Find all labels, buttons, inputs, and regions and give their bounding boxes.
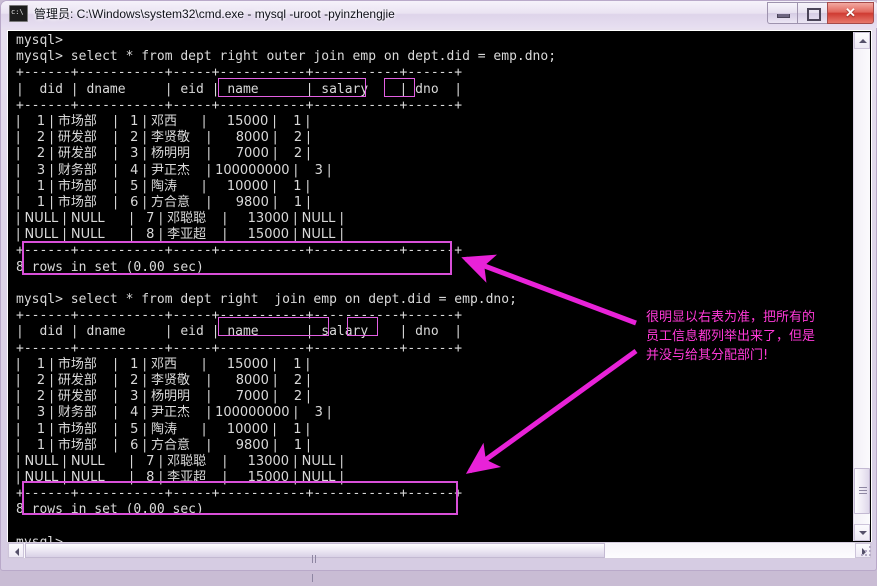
terminal-line: 8 rows in set (0.00 sec) xyxy=(16,259,204,275)
console-output-area[interactable]: mysql> mysql> select * from dept right ou… xyxy=(8,31,856,542)
terminal-line: +------+-----------+-----+-----------+--… xyxy=(16,65,463,81)
terminal-line: mysql> select * from dept right outer jo… xyxy=(16,49,557,65)
terminal-line: | 1 | 市场部 | 1 | 邓西 | 15000 | 1 | xyxy=(16,113,311,129)
terminal-line: | did | dname | eid | name | salary | dn… xyxy=(16,81,463,97)
scroll-left-button[interactable] xyxy=(8,543,24,558)
horizontal-scrollbar-thumb[interactable] xyxy=(25,543,605,582)
terminal-line: | NULL | NULL | 7 | 邓聪聪 | 13000 | NULL | xyxy=(16,211,344,227)
terminal-line: | 3 | 财务部 | 4 | 尹正杰 | 100000000 | 3 | xyxy=(16,405,332,421)
terminal-line: | 3 | 财务部 | 4 | 尹正杰 | 100000000 | 3 | xyxy=(16,162,332,178)
terminal-line: | 2 | 研发部 | 3 | 杨明明 | 7000 | 2 | xyxy=(16,146,311,162)
terminal-line: | 2 | 研发部 | 2 | 李贤敬 | 8000 | 2 | xyxy=(16,372,311,388)
terminal-line: +------+-----------+-----+-----------+--… xyxy=(16,97,463,113)
window-controls: ✕ xyxy=(767,2,874,24)
scrollbar-grip-icon xyxy=(859,487,867,495)
terminal-line: | 1 | 市场部 | 6 | 方合意 | 9800 | 1 | xyxy=(16,437,311,453)
terminal-line: | NULL | NULL | 7 | 邓聪聪 | 13000 | NULL | xyxy=(16,453,344,469)
chevron-down-icon xyxy=(859,531,867,535)
cmd-icon xyxy=(9,5,28,22)
terminal-line: 8 rows in set (0.00 sec) xyxy=(16,502,204,518)
annotation-note: 很明显以右表为准，把所有的 员工信息都列举出来了，但是 并没与给其分配部门! xyxy=(646,310,816,363)
minimize-icon xyxy=(777,14,790,18)
terminal-line: mysql> select * from dept right join emp… xyxy=(16,292,517,307)
terminal-line: | 1 | 市场部 | 6 | 方合意 | 9800 | 1 | xyxy=(16,194,311,210)
terminal-line: +------+-----------+-----+-----------+--… xyxy=(16,486,463,502)
title-bar-left: 管理员: C:\Windows\system32\cmd.exe - mysql… xyxy=(9,5,395,22)
terminal-line: mysql> xyxy=(16,535,856,542)
cmd-window: 管理员: C:\Windows\system32\cmd.exe - mysql… xyxy=(0,0,877,582)
close-icon: ✕ xyxy=(845,5,856,20)
terminal-line: | 1 | 市场部 | 5 | 陶涛 | 10000 | 1 | xyxy=(16,421,311,437)
terminal-line: | NULL | NULL | 8 | 李亚超 | 15000 | NULL | xyxy=(16,470,344,486)
terminal-line: | 2 | 研发部 | 3 | 杨明明 | 7000 | 2 | xyxy=(16,389,311,405)
minimize-button[interactable] xyxy=(767,2,797,24)
vertical-scrollbar-thumb[interactable] xyxy=(854,468,870,514)
resize-grip-icon[interactable] xyxy=(861,546,873,558)
terminal-line: mysql> xyxy=(16,33,63,48)
terminal-line: | 1 | 市场部 | 5 | 陶涛 | 10000 | 1 | xyxy=(16,178,311,194)
maximize-button[interactable] xyxy=(797,2,827,24)
title-bar[interactable]: 管理员: C:\Windows\system32\cmd.exe - mysql… xyxy=(1,1,877,28)
scroll-up-button[interactable] xyxy=(854,32,870,49)
scrollbar-grip-h-icon xyxy=(312,548,320,582)
terminal-line: | NULL | NULL | 8 | 李亚超 | 15000 | NULL | xyxy=(16,227,344,243)
horizontal-scrollbar[interactable] xyxy=(7,542,872,582)
terminal-text: mysql> mysql> select * from dept right ou… xyxy=(16,33,856,542)
close-button[interactable]: ✕ xyxy=(827,2,874,24)
console-frame: mysql> mysql> select * from dept right ou… xyxy=(7,30,872,543)
chevron-left-icon xyxy=(15,548,19,556)
vertical-scrollbar[interactable] xyxy=(853,32,870,541)
terminal-line: | 2 | 研发部 | 2 | 李贤敬 | 8000 | 2 | xyxy=(16,130,311,146)
window-title: 管理员: C:\Windows\system32\cmd.exe - mysql… xyxy=(34,7,395,21)
terminal-line: +------+-----------+-----+-----------+--… xyxy=(16,243,463,259)
scroll-down-button[interactable] xyxy=(854,524,870,541)
maximize-icon xyxy=(807,8,821,21)
chevron-up-icon xyxy=(859,39,867,43)
